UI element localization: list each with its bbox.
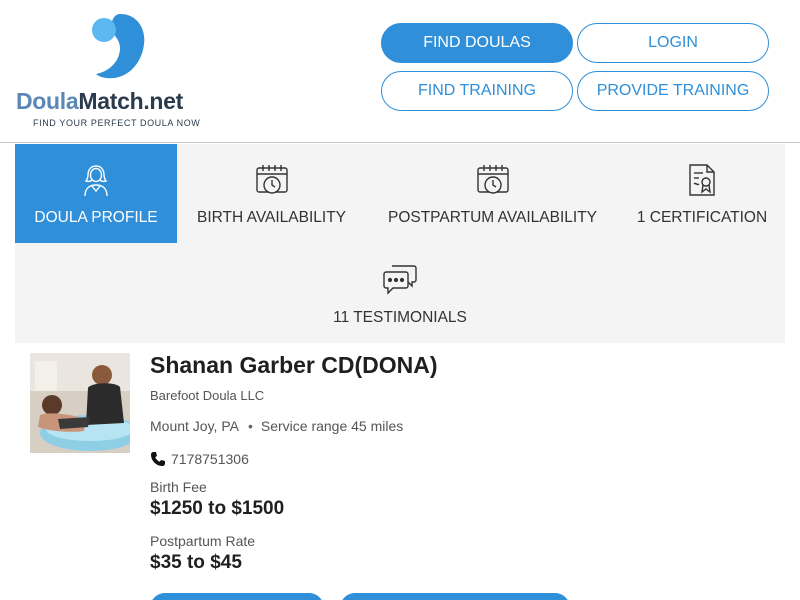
- tab-label: 1 CERTIFICATION: [636, 209, 768, 226]
- calendar-clock-icon: [254, 162, 290, 198]
- tab-postpartum-availability[interactable]: POSTPARTUM AVAILABILITY: [366, 144, 619, 243]
- birth-fee-value: $1250 to $1500: [150, 498, 285, 519]
- tab-birth-availability[interactable]: BIRTH AVAILABILITY: [177, 144, 366, 243]
- location-text: Mount Joy, PA: [150, 418, 239, 434]
- postpartum-rate-value: $35 to $45: [150, 552, 242, 573]
- login-button[interactable]: LOGIN: [577, 23, 769, 63]
- tab-label: DOULA PROFILE: [34, 209, 158, 226]
- phone-icon: [151, 452, 165, 466]
- phone-number[interactable]: 7178751306: [171, 451, 249, 467]
- logo-wordmark: DoulaMatch.net: [16, 88, 184, 114]
- site-logo[interactable]: DoulaMatch.net FIND YOUR PERFECT DOULA N…: [16, 12, 216, 132]
- service-range-text: Service range 45 miles: [260, 418, 404, 434]
- provide-training-button[interactable]: PROVIDE TRAINING: [577, 71, 769, 111]
- find-doulas-button[interactable]: FIND DOULAS: [381, 23, 573, 63]
- location-row: Mount Joy, PA • Service range 45 miles: [150, 418, 403, 434]
- calendar-clock-icon: [475, 162, 511, 198]
- separator-dot: •: [247, 418, 253, 434]
- contact-button[interactable]: [150, 593, 324, 600]
- tab-doula-profile[interactable]: DOULA PROFILE: [15, 144, 177, 243]
- postpartum-rate-label: Postpartum Rate: [150, 533, 256, 549]
- phone-row[interactable]: 7178751306: [150, 451, 249, 467]
- find-training-button[interactable]: FIND TRAINING: [381, 71, 573, 111]
- birth-fee-label: Birth Fee: [150, 479, 207, 495]
- doula-name: Shanan Garber CD(DONA): [150, 352, 438, 378]
- secondary-action-button[interactable]: [340, 593, 570, 600]
- tab-label: POSTPARTUM AVAILABILITY: [387, 209, 598, 226]
- tab-label: 11 TESTIMONIALS: [333, 309, 467, 326]
- profile-tabs: DOULA PROFILE BIRTH AVAILABILITY POSTPAR: [15, 144, 785, 343]
- business-name[interactable]: Barefoot Doula LLC: [150, 388, 264, 403]
- certificate-icon: [684, 162, 720, 198]
- tab-testimonials[interactable]: 11 TESTIMONIALS: [300, 244, 500, 343]
- site-header: DoulaMatch.net FIND YOUR PERFECT DOULA N…: [0, 0, 800, 143]
- doula-photo: [30, 353, 130, 453]
- tab-label: BIRTH AVAILABILITY: [196, 209, 347, 226]
- logo-mark-icon: [92, 14, 145, 79]
- doula-person-icon: [78, 162, 114, 198]
- logo-tagline: FIND YOUR PERFECT DOULA NOW: [33, 118, 201, 128]
- chat-bubbles-icon: [382, 262, 418, 298]
- tab-certification[interactable]: 1 CERTIFICATION: [619, 144, 785, 243]
